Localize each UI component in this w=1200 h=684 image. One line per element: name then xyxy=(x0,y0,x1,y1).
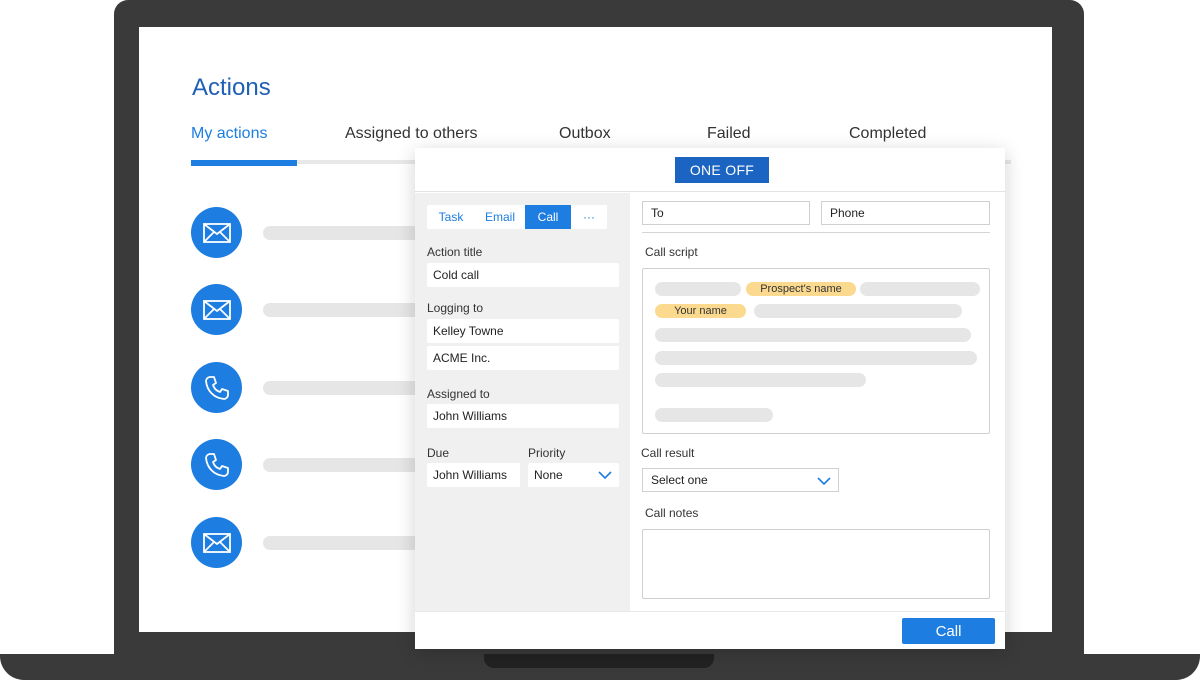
type-tab-task[interactable]: Task xyxy=(427,205,475,229)
action-details-pane: Task Email Call ··· Action title Cold ca… xyxy=(415,193,630,611)
envelope-icon xyxy=(191,207,242,258)
call-script-box[interactable]: Prospect's name Your name xyxy=(642,268,990,434)
chevron-down-icon xyxy=(817,477,831,486)
assigned-to-field[interactable]: John Williams xyxy=(427,404,619,428)
phone-icon xyxy=(191,439,242,490)
due-label: Due xyxy=(427,446,450,460)
script-placeholder-line xyxy=(655,328,971,342)
modal-header: ONE OFF xyxy=(415,148,1005,192)
script-placeholder-line xyxy=(655,282,741,296)
to-field[interactable]: To xyxy=(642,201,810,225)
call-script-label: Call script xyxy=(645,245,698,259)
tab-active-indicator xyxy=(191,160,297,166)
phone-icon xyxy=(191,362,242,413)
script-placeholder-line xyxy=(860,282,980,296)
logging-to-contact-field[interactable]: Kelley Towne xyxy=(427,319,619,343)
phone-field[interactable]: Phone xyxy=(821,201,990,225)
action-title-label: Action title xyxy=(427,245,483,259)
logging-to-company-field[interactable]: ACME Inc. xyxy=(427,346,619,370)
type-tab-call[interactable]: Call xyxy=(525,205,571,229)
your-name-chip[interactable]: Your name xyxy=(655,304,746,318)
call-result-select[interactable]: Select one xyxy=(642,468,839,492)
chevron-down-icon xyxy=(598,471,612,480)
tab-outbox[interactable]: Outbox xyxy=(559,125,611,143)
laptop-notch xyxy=(484,654,714,668)
type-tab-more[interactable]: ··· xyxy=(571,205,607,229)
modal-footer: Call xyxy=(415,611,1005,649)
script-placeholder-line xyxy=(754,304,962,318)
envelope-icon xyxy=(191,284,242,335)
page-title: Actions xyxy=(192,74,271,101)
script-placeholder-line xyxy=(655,408,773,422)
action-type-tabs: Task Email Call ··· xyxy=(427,205,607,229)
envelope-icon xyxy=(191,517,242,568)
script-placeholder-line xyxy=(655,373,866,387)
tab-assigned-to-others[interactable]: Assigned to others xyxy=(345,125,478,143)
tab-completed[interactable]: Completed xyxy=(849,125,926,143)
call-button[interactable]: Call xyxy=(902,618,995,644)
priority-select[interactable]: None xyxy=(528,463,619,487)
call-details-pane: To Phone Call script Prospect's name You… xyxy=(630,193,1005,611)
divider xyxy=(642,232,990,233)
assigned-to-label: Assigned to xyxy=(427,387,490,401)
logging-to-label: Logging to xyxy=(427,301,484,315)
call-action-modal: ONE OFF Task Email Call ··· Action title… xyxy=(415,148,1005,649)
tab-my-actions[interactable]: My actions xyxy=(191,125,267,143)
call-notes-field[interactable] xyxy=(642,529,990,599)
one-off-button[interactable]: ONE OFF xyxy=(675,157,769,183)
prospect-name-chip[interactable]: Prospect's name xyxy=(746,282,856,296)
type-tab-email[interactable]: Email xyxy=(475,205,525,229)
script-placeholder-line xyxy=(655,351,977,365)
action-title-field[interactable]: Cold call xyxy=(427,263,619,287)
tab-bar: My actions Assigned to others Outbox Fai… xyxy=(191,125,1041,147)
priority-value: None xyxy=(534,468,563,482)
priority-label: Priority xyxy=(528,446,566,460)
call-result-value: Select one xyxy=(651,473,708,487)
call-result-label: Call result xyxy=(641,446,695,460)
call-notes-label: Call notes xyxy=(645,506,699,520)
tab-failed[interactable]: Failed xyxy=(707,125,751,143)
due-field[interactable]: John Williams xyxy=(427,463,520,487)
